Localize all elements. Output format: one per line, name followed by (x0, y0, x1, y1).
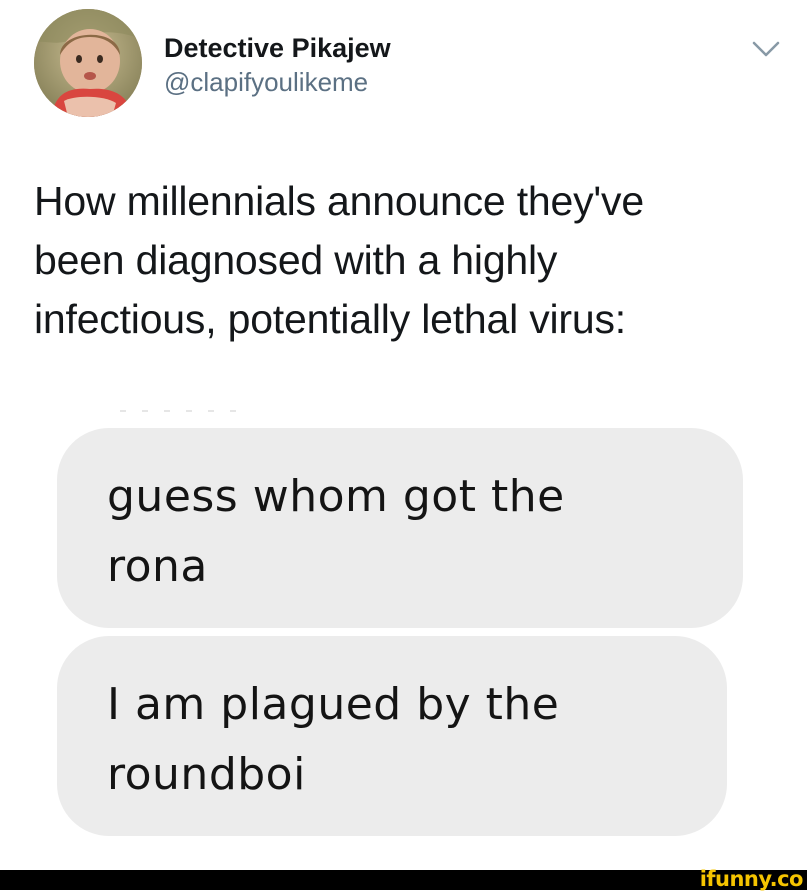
message-line: rona (107, 541, 208, 592)
chevron-down-icon (752, 41, 780, 57)
ifunny-watermark: ifunny.co (699, 867, 804, 891)
avatar[interactable] (34, 9, 142, 117)
user-handle[interactable]: @clapifyoulikeme (164, 65, 391, 99)
image-edge-artifact (120, 410, 240, 412)
display-name[interactable]: Detective Pikajew (164, 31, 391, 65)
tweet-text: How millennials announce they've been di… (34, 172, 774, 349)
watermark-bar: ifunny.co (0, 867, 807, 891)
message-bubble: I am plagued by the roundboi (57, 636, 727, 836)
tweet-header: Detective Pikajew @clapifyoulikeme (34, 9, 784, 117)
tweet-text-line: How millennials announce they've (34, 178, 644, 224)
message-line: roundboi (107, 749, 306, 800)
embedded-message-screenshot[interactable]: guess whom got the rona I am plagued by … (57, 428, 747, 840)
tweet-text-line: infectious, potentially lethal virus: (34, 296, 626, 342)
message-line: I am plagued by the (107, 679, 560, 730)
author-info: Detective Pikajew @clapifyoulikeme (164, 31, 391, 99)
profile-photo-icon (34, 9, 142, 117)
message-bubble: guess whom got the rona (57, 428, 743, 628)
tweet-menu-button[interactable] (748, 37, 784, 61)
message-line: guess whom got the (107, 471, 565, 522)
tweet-text-line: been diagnosed with a highly (34, 237, 558, 283)
